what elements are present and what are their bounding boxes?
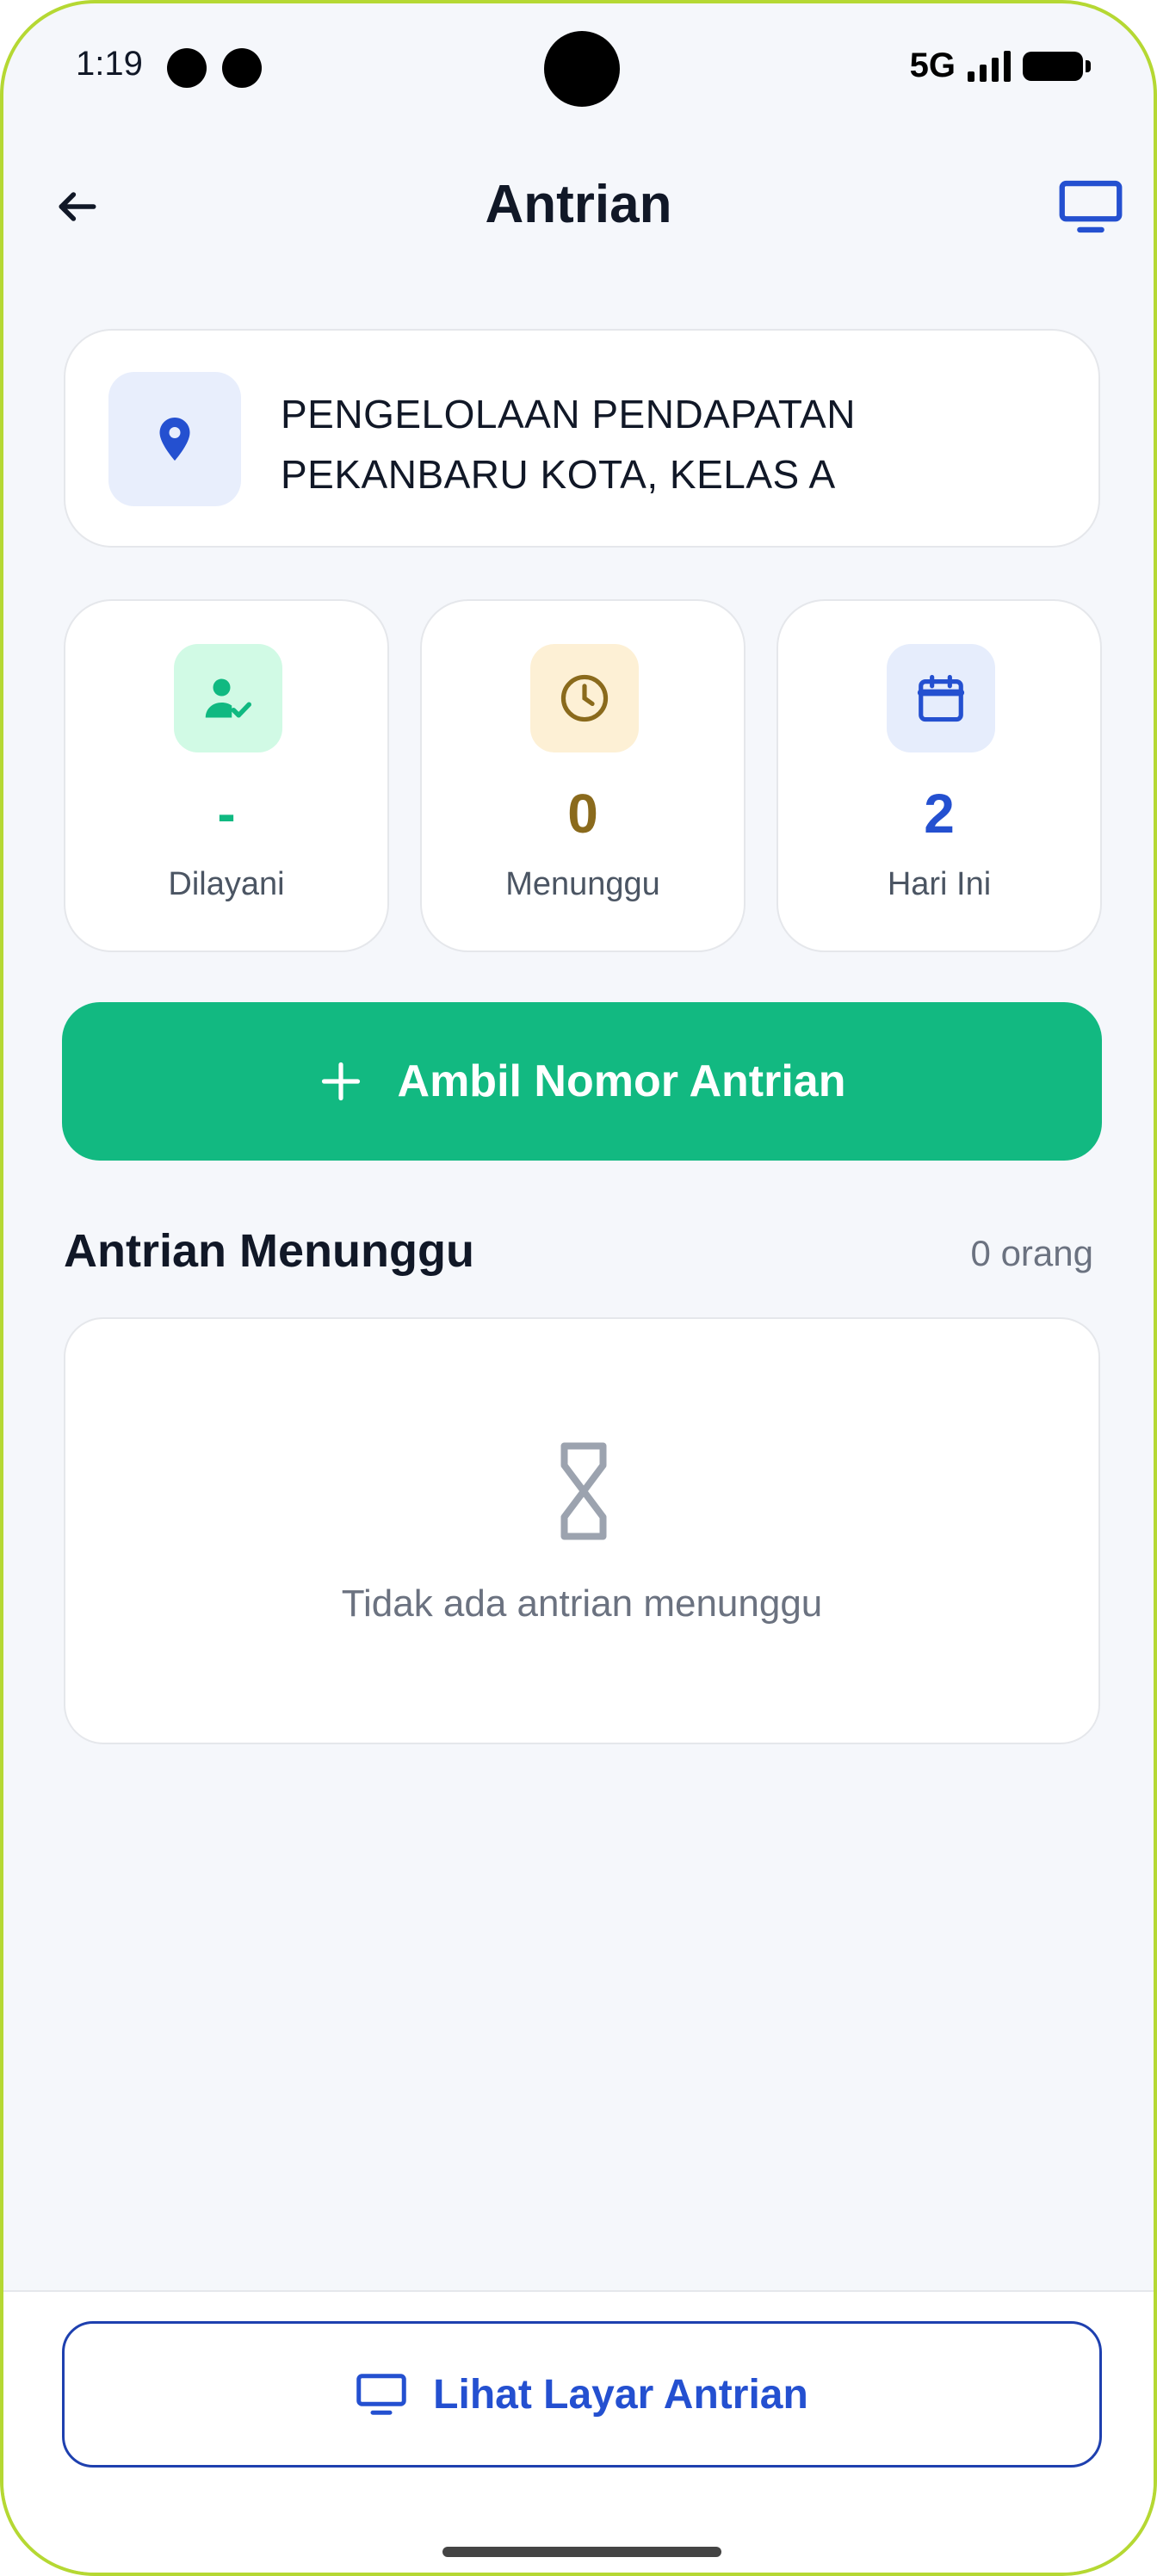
take-queue-number-button[interactable]: Ambil Nomor Antrian xyxy=(62,1002,1102,1161)
user-check-icon xyxy=(205,678,251,718)
stat-value: 2 xyxy=(924,783,955,845)
app-header: Antrian xyxy=(3,150,1154,262)
phone-screen: 1:19 5G Antrian PENGELOLAAN PENDAPATAN P… xyxy=(0,0,1157,2576)
waiting-count: 0 orang xyxy=(970,1233,1093,1273)
network-type: 5G xyxy=(909,46,956,84)
empty-state-text: Tidak ada antrian menunggu xyxy=(341,1582,823,1625)
battery-icon xyxy=(1023,51,1091,81)
stat-label: Dilayani xyxy=(168,866,285,902)
signal-icon xyxy=(968,50,1011,82)
stat-label: Menunggu xyxy=(505,866,660,902)
monitor-icon xyxy=(356,2374,406,2415)
bottom-action-bar: Lihat Layar Antrian xyxy=(3,2290,1154,2573)
monitor-icon xyxy=(1059,180,1123,233)
stat-icon-box xyxy=(887,644,995,752)
location-card: PENGELOLAAN PENDAPATAN PEKANBARU KOTA, K… xyxy=(64,329,1100,548)
status-time: 1:19 xyxy=(76,45,143,83)
location-icon-box xyxy=(108,372,241,506)
plus-icon xyxy=(321,1062,360,1101)
stat-value: 0 xyxy=(567,783,598,845)
front-camera xyxy=(544,31,620,107)
stat-card-served: - Dilayani xyxy=(64,599,389,952)
stat-value: - xyxy=(217,783,236,845)
clock-icon xyxy=(560,674,609,722)
map-pin-icon xyxy=(159,418,190,461)
notification-dot-icon xyxy=(222,48,262,88)
calendar-icon xyxy=(917,674,965,722)
location-name: PENGELOLAAN PENDAPATAN PEKANBARU KOTA, K… xyxy=(281,392,856,497)
view-queue-screen-label: Lihat Layar Antrian xyxy=(433,2371,808,2418)
empty-waiting-card: Tidak ada antrian menunggu xyxy=(64,1317,1100,1744)
status-bar: 1:19 5G xyxy=(3,3,1154,133)
stat-card-waiting: 0 Menunggu xyxy=(420,599,746,952)
hourglass-icon xyxy=(560,1442,607,1540)
display-screen-button[interactable] xyxy=(1052,172,1129,241)
status-indicators: 5G xyxy=(909,46,1091,85)
stat-icon-box xyxy=(174,644,282,752)
stat-label: Hari Ini xyxy=(887,866,992,902)
home-indicator[interactable] xyxy=(442,2547,721,2557)
stat-card-today: 2 Hari Ini xyxy=(776,599,1102,952)
view-queue-screen-button[interactable]: Lihat Layar Antrian xyxy=(62,2321,1102,2468)
stat-icon-box xyxy=(530,644,639,752)
section-title: Antrian Menunggu xyxy=(64,1225,474,1277)
page-title: Antrian xyxy=(485,175,672,234)
notification-dot-icon xyxy=(167,48,207,88)
take-queue-number-label: Ambil Nomor Antrian xyxy=(397,1056,846,1106)
